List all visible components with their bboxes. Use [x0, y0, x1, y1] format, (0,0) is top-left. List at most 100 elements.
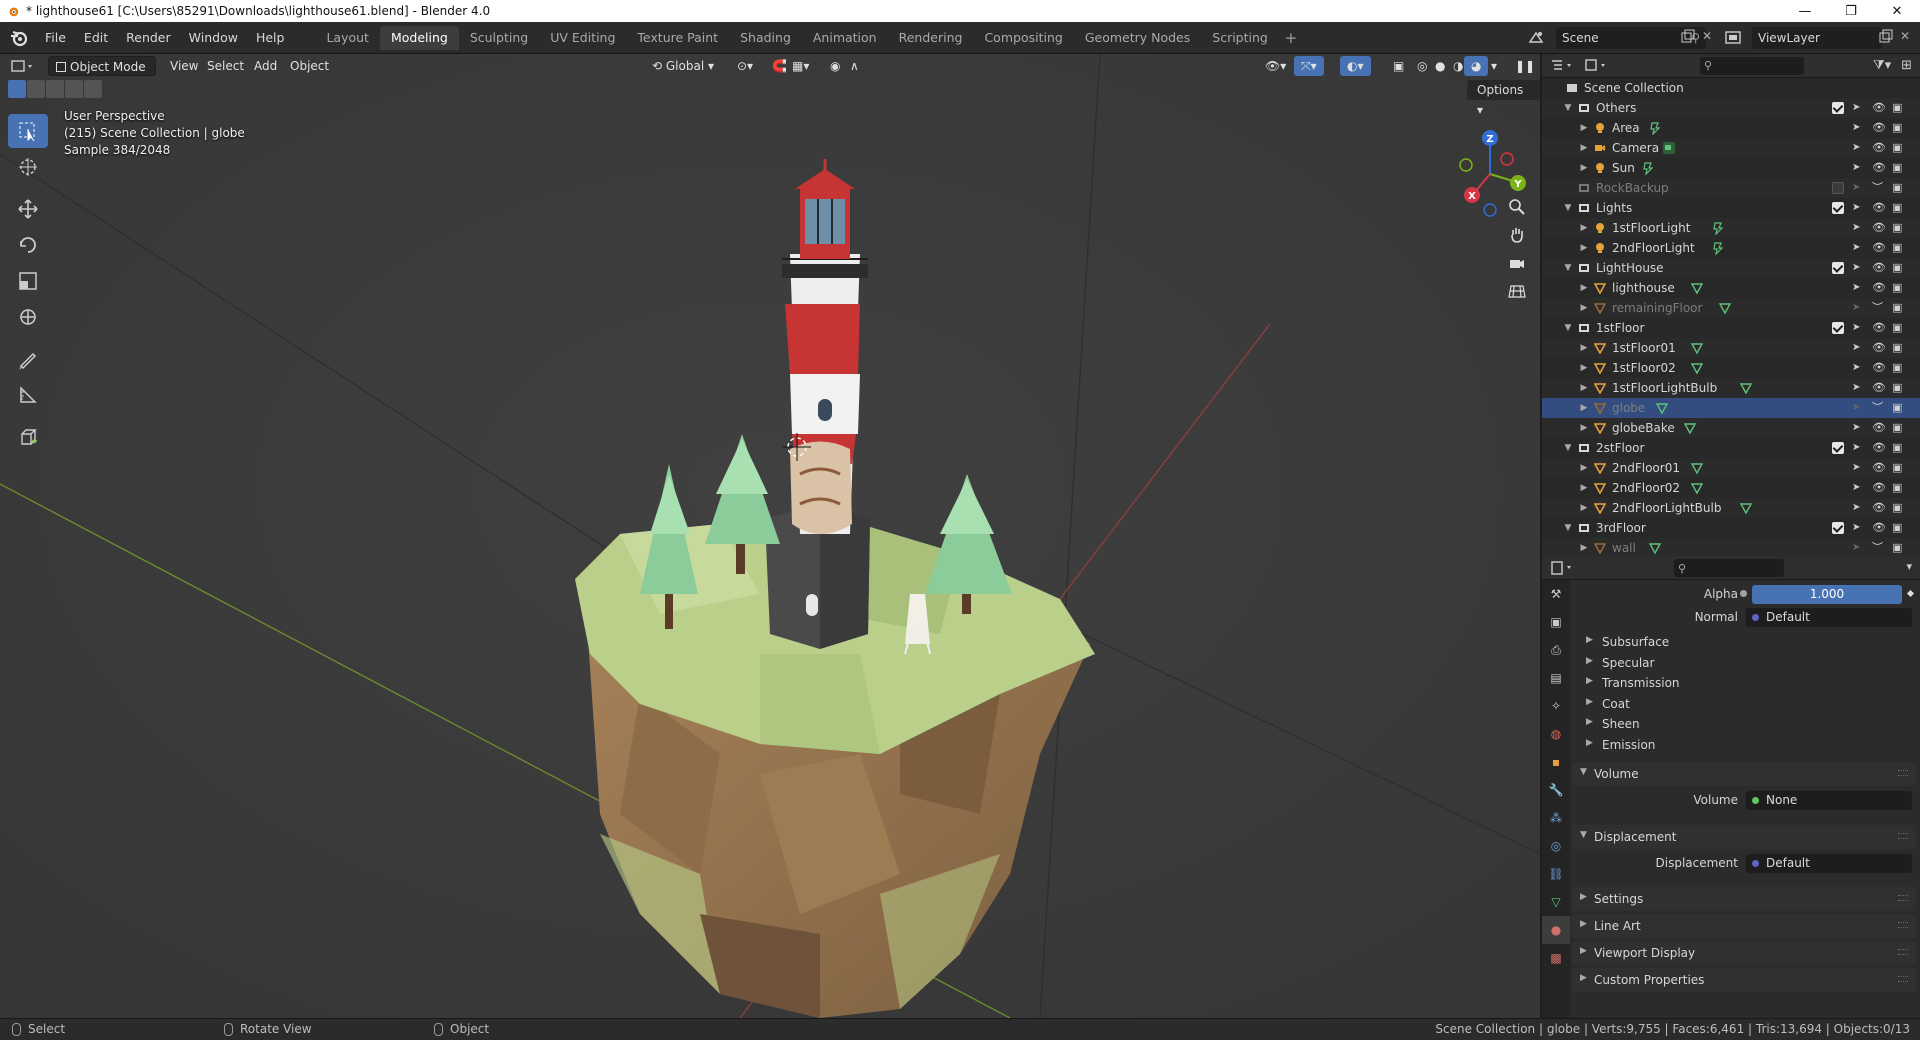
outliner-item-lighthouse[interactable]: ▼ LightHouse ➤ 👁 ▣	[1542, 258, 1920, 278]
select-box-tool[interactable]	[8, 114, 48, 148]
eye-icon[interactable]: 👁	[1872, 318, 1886, 338]
outliner-item-1stfloor[interactable]: ▼ 1stFloor ➤ 👁 ▣	[1542, 318, 1920, 338]
select-intersect-icon[interactable]	[84, 80, 102, 98]
eye-icon[interactable]: ︶	[1872, 398, 1883, 418]
expand-arrow-icon[interactable]: ▶	[1578, 158, 1590, 178]
eye-icon[interactable]: ︶	[1872, 538, 1883, 558]
selectable-arrow-icon[interactable]: ➤	[1852, 538, 1860, 558]
expand-arrow-icon[interactable]: ▶	[1578, 238, 1590, 258]
mesh-data-icon[interactable]	[1648, 541, 1662, 555]
view-layer-tab[interactable]: ▤	[1542, 664, 1570, 692]
add-workspace-button[interactable]: +	[1279, 26, 1303, 50]
menu-window[interactable]: Window	[180, 27, 247, 49]
texture-tab[interactable]: ▩	[1542, 944, 1570, 972]
selectable-arrow-icon[interactable]: ➤	[1852, 118, 1860, 138]
transform-tool[interactable]	[8, 300, 48, 334]
render-camera-icon[interactable]: ▣	[1892, 158, 1902, 178]
mode-dropdown[interactable]: Object Mode ▾	[48, 56, 156, 94]
tab-layout[interactable]: Layout	[315, 26, 380, 50]
volume-field[interactable]: None	[1746, 791, 1912, 810]
expand-arrow-icon[interactable]: ▶	[1578, 378, 1590, 398]
mesh-data-icon[interactable]	[1739, 381, 1753, 395]
selectable-arrow-icon[interactable]: ➤	[1852, 358, 1860, 378]
outliner-item-2ndfloor02[interactable]: ▶ 2ndFloor02 ➤ 👁 ▣	[1542, 478, 1920, 498]
menu-edit[interactable]: Edit	[75, 27, 117, 49]
collapse-arrow-icon[interactable]: ▼	[1562, 438, 1574, 458]
select-new-icon[interactable]	[8, 80, 26, 98]
selectable-arrow-icon[interactable]: ➤	[1852, 518, 1860, 538]
select-subtract-icon[interactable]	[46, 80, 64, 98]
selectable-arrow-icon[interactable]: ➤	[1852, 198, 1860, 218]
measure-tool[interactable]	[8, 378, 48, 412]
selectable-arrow-icon[interactable]: ➤	[1852, 378, 1860, 398]
outliner-item-2ndfloorlightbulb[interactable]: ▶ 2ndFloorLightBulb ➤ 👁 ▣	[1542, 498, 1920, 518]
exclude-checkbox[interactable]	[1832, 182, 1844, 194]
eye-icon[interactable]: 👁	[1872, 518, 1886, 538]
outliner-item-camera[interactable]: ▶ Camera ➤ 👁 ▣	[1542, 138, 1920, 158]
panel-viewport-display[interactable]: ▶ Viewport Display	[1572, 941, 1916, 965]
selectable-arrow-icon[interactable]: ➤	[1852, 438, 1860, 458]
scene-icon[interactable]	[1527, 29, 1545, 47]
tab-texture-paint[interactable]: Texture Paint	[626, 26, 729, 50]
xray-toggle-icon[interactable]: ▣	[1386, 56, 1411, 76]
properties-editor-icon[interactable]	[1550, 560, 1576, 576]
volume-panel-header[interactable]: ▼ Volume	[1572, 762, 1916, 786]
editor-type-icon[interactable]	[10, 58, 36, 76]
selectable-arrow-icon[interactable]: ➤	[1852, 398, 1860, 418]
camera-data-icon[interactable]	[1662, 141, 1676, 155]
eye-icon[interactable]: 👁	[1872, 358, 1886, 378]
physics-tab[interactable]: ◎	[1542, 832, 1570, 860]
subpanel-emission[interactable]: ▶ Emission	[1570, 733, 1920, 757]
view-layer-icon[interactable]	[1724, 29, 1742, 47]
selectable-arrow-icon[interactable]: ➤	[1852, 298, 1860, 318]
outliner-root-row[interactable]: Scene Collection	[1542, 78, 1920, 98]
shading-options-icon[interactable]: ▾	[1484, 56, 1504, 76]
expand-arrow-icon[interactable]: ▶	[1578, 478, 1590, 498]
render-camera-icon[interactable]: ▣	[1892, 438, 1902, 458]
eye-icon[interactable]: 👁	[1872, 338, 1886, 358]
eye-icon[interactable]: 👁	[1872, 238, 1886, 258]
render-tab[interactable]: ▣	[1542, 608, 1570, 636]
ortho-view-button[interactable]	[1504, 278, 1530, 304]
blender-logo-icon[interactable]	[8, 27, 30, 49]
cursor-tool[interactable]	[8, 150, 48, 184]
transform-orientation-dropdown[interactable]: ⟲ Global ▾	[645, 56, 721, 76]
expand-arrow-icon[interactable]: ▶	[1578, 458, 1590, 478]
close-button[interactable]: ✕	[1874, 0, 1920, 22]
outliner-item-rockbackup[interactable]: RockBackup ➤ ︶ ▣	[1542, 178, 1920, 198]
outliner-item-2stfloor[interactable]: ▼ 2stFloor ➤ 👁 ▣	[1542, 438, 1920, 458]
expand-arrow-icon[interactable]: ▶	[1578, 298, 1590, 318]
gizmo-toggle-icon[interactable]: ⤧▾	[1294, 56, 1324, 76]
selectable-arrow-icon[interactable]: ➤	[1852, 278, 1860, 298]
tab-shading[interactable]: Shading	[729, 26, 802, 50]
render-camera-icon[interactable]: ▣	[1892, 498, 1902, 518]
collapse-arrow-icon[interactable]: ▼	[1562, 198, 1574, 218]
selectable-arrow-icon[interactable]: ➤	[1852, 338, 1860, 358]
panel-line-art[interactable]: ▶ Line Art	[1572, 914, 1916, 938]
displacement-field[interactable]: Default	[1746, 854, 1912, 873]
exclude-checkbox[interactable]	[1832, 322, 1844, 334]
render-camera-icon[interactable]: ▣	[1892, 278, 1902, 298]
mesh-data-icon[interactable]	[1690, 361, 1704, 375]
rotate-tool[interactable]	[8, 228, 48, 262]
render-camera-icon[interactable]: ▣	[1892, 538, 1902, 558]
outliner-item-others[interactable]: ▼ Others ➤ 👁 ▣	[1542, 98, 1920, 118]
light-data-icon[interactable]	[1711, 221, 1725, 235]
tab-uv-editing[interactable]: UV Editing	[539, 26, 626, 50]
exclude-checkbox[interactable]	[1832, 522, 1844, 534]
light-data-icon[interactable]	[1641, 161, 1655, 175]
eye-icon[interactable]: 👁	[1872, 158, 1886, 178]
render-camera-icon[interactable]: ▣	[1892, 238, 1902, 258]
outliner-item-1stfloor01[interactable]: ▶ 1stFloor01 ➤ 👁 ▣	[1542, 338, 1920, 358]
snap-target-icon[interactable]: ▦▾	[785, 56, 816, 76]
new-view-layer-icon[interactable]	[1878, 29, 1894, 45]
outliner-item-1stfloor02[interactable]: ▶ 1stFloor02 ➤ 👁 ▣	[1542, 358, 1920, 378]
eye-icon[interactable]: ︶	[1872, 298, 1883, 318]
render-camera-icon[interactable]: ▣	[1892, 218, 1902, 238]
display-mode-icon[interactable]	[1584, 58, 1610, 74]
exclude-checkbox[interactable]	[1832, 102, 1844, 114]
scale-tool[interactable]	[8, 264, 48, 298]
menu-object[interactable]: Object	[283, 56, 336, 76]
displacement-panel-header[interactable]: ▼ Displacement	[1572, 825, 1916, 849]
exclude-checkbox[interactable]	[1832, 262, 1844, 274]
